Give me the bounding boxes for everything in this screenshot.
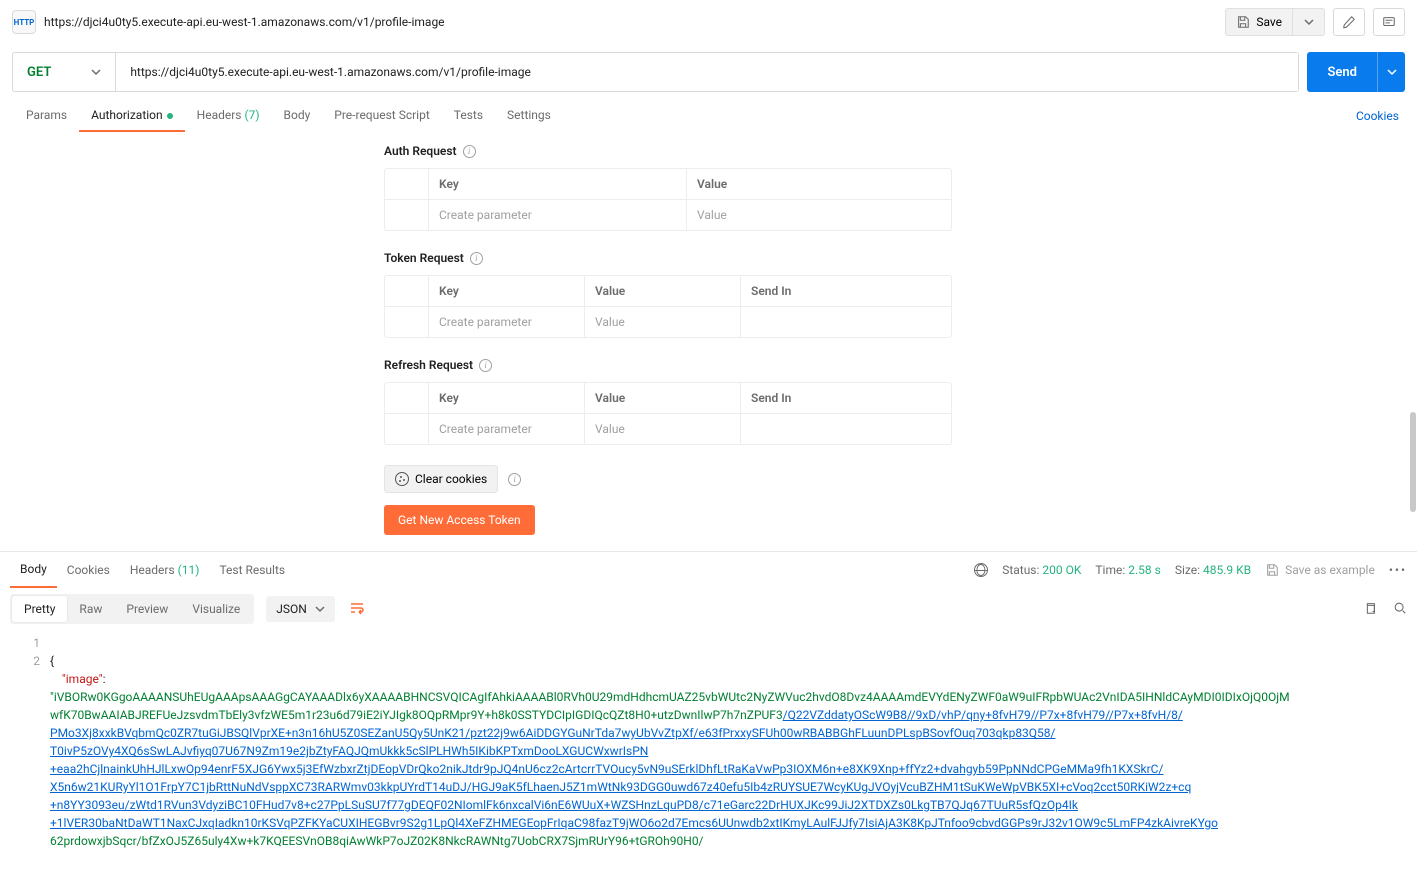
save-icon [1236,15,1250,29]
cookie-icon [395,472,409,486]
time-value: 2.58 s [1128,563,1161,577]
status-label: Status: [1002,563,1039,577]
chevron-down-icon [1304,17,1314,27]
column-sendin: Send In [741,383,951,413]
auth-request-title: Auth Request [384,144,457,158]
refresh-key-input[interactable]: Create parameter [429,414,585,444]
edit-button[interactable] [1333,8,1365,36]
url-input[interactable] [116,53,1298,91]
response-tab-cookies[interactable]: Cookies [57,553,120,587]
copy-icon [1363,601,1377,615]
refresh-request-title: Refresh Request [384,358,473,372]
size-value: 485.9 KB [1203,563,1251,577]
refresh-value-input[interactable]: Value [585,414,741,444]
token-key-input[interactable]: Create parameter [429,307,585,337]
column-value: Value [585,276,741,306]
tab-authorization[interactable]: Authorization [79,100,185,132]
http-method-badge: HTTP [12,10,36,34]
token-request-title: Token Request [384,251,464,265]
info-icon[interactable]: i [508,473,521,486]
comments-button[interactable] [1373,8,1405,36]
status-value: 200 OK [1042,563,1081,577]
auth-key-input[interactable]: Create parameter [429,200,687,230]
column-value: Value [585,383,741,413]
method-label: GET [27,65,51,80]
column-key: Key [429,169,687,199]
auth-value-input[interactable]: Value [687,200,951,230]
column-key: Key [429,383,585,413]
chevron-down-icon [91,67,101,77]
response-headers-count: (11) [178,563,200,577]
token-value-input[interactable]: Value [585,307,741,337]
send-dropdown-button[interactable] [1377,52,1405,92]
json-key: "image" [62,672,103,686]
save-as-example-button[interactable]: Save as example [1265,563,1375,577]
format-preview[interactable]: Preview [114,596,180,622]
refresh-sendin-input[interactable] [741,414,951,444]
scrollbar-thumb[interactable] [1410,412,1416,512]
info-icon[interactable]: i [479,359,492,372]
save-dropdown-button[interactable] [1293,8,1325,36]
search-button[interactable] [1393,601,1407,618]
time-label: Time: [1095,563,1125,577]
info-icon[interactable]: i [463,145,476,158]
copy-button[interactable] [1363,601,1377,618]
auth-active-dot [167,113,173,119]
get-access-token-button[interactable]: Get New Access Token [384,505,535,535]
response-tab-tests[interactable]: Test Results [209,553,295,587]
body-type-label: JSON [276,602,307,616]
request-path: https://djci4u0ty5.execute-api.eu-west-1… [44,15,1217,29]
cookies-link[interactable]: Cookies [1352,101,1403,131]
tab-headers[interactable]: Headers (7) [185,100,272,132]
tab-settings[interactable]: Settings [495,100,563,132]
tab-auth-label: Authorization [91,108,163,122]
tab-body[interactable]: Body [272,100,323,132]
info-icon[interactable]: i [470,252,483,265]
column-value: Value [687,169,951,199]
headers-count: (7) [244,108,259,122]
chevron-down-icon [315,604,325,614]
tab-headers-label: Headers [197,108,242,122]
tab-pre-request[interactable]: Pre-request Script [322,100,441,132]
save-button[interactable]: Save [1225,8,1293,36]
line-gutter: 12 [0,630,50,872]
more-options[interactable]: ••• [1389,563,1407,577]
response-tab-headers[interactable]: Headers (11) [120,553,210,587]
save-label: Save [1256,15,1282,29]
size-label: Size: [1175,563,1200,577]
save-icon [1265,563,1279,577]
body-type-select[interactable]: JSON [266,596,335,622]
tab-params[interactable]: Params [14,100,79,132]
save-example-label: Save as example [1285,563,1375,577]
column-sendin: Send In [741,276,951,306]
response-headers-label: Headers [130,563,175,577]
clear-cookies-label: Clear cookies [415,472,487,486]
column-key: Key [429,276,585,306]
method-select[interactable]: GET [13,53,116,91]
tab-tests[interactable]: Tests [442,100,495,132]
clear-cookies-button[interactable]: Clear cookies [384,465,498,493]
wrap-lines-button[interactable] [349,600,365,619]
format-pretty[interactable]: Pretty [12,596,67,622]
send-button[interactable]: Send [1307,52,1377,92]
pencil-icon [1342,15,1356,29]
chevron-down-icon [1387,67,1397,77]
format-visualize[interactable]: Visualize [180,596,252,622]
search-icon [1393,601,1407,615]
globe-icon[interactable] [974,563,988,577]
comment-icon [1382,15,1396,29]
token-sendin-input[interactable] [741,307,951,337]
response-body[interactable]: 12 { "image": "iVBORw0KGgoAAAANSUhEUgAAA… [0,630,1417,872]
format-raw[interactable]: Raw [67,596,114,622]
response-tab-body[interactable]: Body [10,552,57,588]
